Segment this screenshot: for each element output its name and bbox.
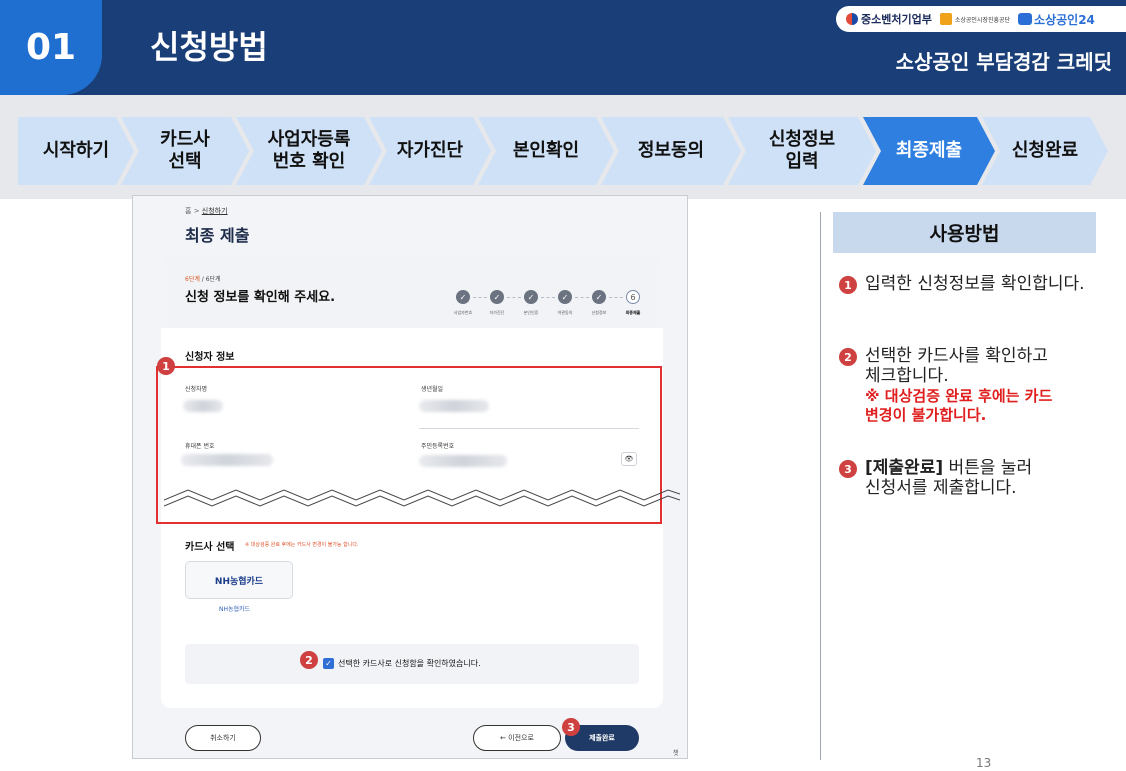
breadcrumb: 홈 > 신청하기 [185,206,228,216]
progress-connector [473,297,487,298]
breadcrumb-separator: > [193,207,200,215]
step-self-diagnosis: 자가진단 [369,117,491,185]
slide: 01 신청방법 중소벤처기업부 소상공인시장진흥공단 소상공인24 소상공인 부… [0,0,1126,771]
progress-connector [609,297,623,298]
progress-steps: ✓ 사업자번호 ✓ 자가진단 ✓ 본인인증 ✓ 약관동의 ✓ 신청정보 6 최종제출 [453,290,643,316]
step-card-company: 카드사 선택 [121,117,249,185]
previous-button[interactable]: ← 이전으로 [473,725,561,751]
page-number: 13 [976,756,992,770]
page-title: 최종 제출 [185,226,250,245]
step-number-icon: 6 [626,290,640,304]
callout-badge-1: 1 [157,357,175,375]
instruction-number: 1 [839,276,857,294]
callout-badge-3: 3 [562,718,580,736]
usage-title: 사용방법 [833,212,1096,253]
section-number: 01 [0,0,102,95]
step-bar: 시작하기 카드사 선택 사업자등록 번호 확인 자가진단 본인확인 정보동의 신… [0,95,1126,199]
logo-strip: 중소벤처기업부 소상공인시장진흥공단 소상공인24 [836,6,1126,32]
breadcrumb-current[interactable]: 신청하기 [202,207,228,215]
progress-step: ✓ 자가진단 [487,290,507,316]
semas-logo: 소상공인시장진흥공단 [939,13,1010,25]
step-consent: 정보동의 [601,117,741,185]
progress-step: ✓ 신청정보 [589,290,609,316]
progress-step: ✓ 약관동의 [555,290,575,316]
applicant-section-title: 신청자 정보 [185,352,235,363]
program-subtitle: 소상공인 부담경감 크레딧 [895,50,1112,74]
instruction-number: 3 [839,460,857,478]
semas-icon [939,13,952,25]
taegeuk-icon [846,13,858,25]
agree-panel: ✓ 선택한 카드사로 신청함을 확인하였습니다. [185,644,639,684]
progress-step: ✓ 사업자번호 [453,290,473,316]
progress-step-current: 6 최종제출 [623,290,643,316]
instruction-2: 2 선택한 카드사를 확인하고 체크합니다. ※ 대상검증 완료 후에는 카드 … [839,346,1052,426]
instruction-1: 1 입력한 신청정보를 확인합니다. [839,274,1085,294]
nh-card-option[interactable]: NH농협카드 [185,561,293,599]
callout-badge-2: 2 [300,651,318,669]
card-select-note: ※ 대상검증 완료 후에는 카드사 변경이 불가능 합니다. [245,542,359,548]
check-icon: ✓ [524,290,538,304]
instruction-number: 2 [839,348,857,366]
card-select-title: 카드사 선택 [185,542,235,553]
check-icon: ✓ [490,290,504,304]
agree-label[interactable]: 선택한 카드사로 신청함을 확인하였습니다. [338,658,481,669]
mss-logo: 중소벤처기업부 [846,11,932,27]
card-heading: 신청 정보를 확인해 주세요. [185,290,336,305]
progress-connector [507,297,521,298]
stage-indicator: 6단계 / 6단계 [185,276,221,283]
cut-line-icon [164,489,680,507]
step-final-submit: 최종제출 [863,117,995,185]
nh-card-logo: NH농협카드 [214,576,264,587]
header-bar: 01 신청방법 중소벤처기업부 소상공인시장진흥공단 소상공인24 소상공인 부… [0,0,1126,95]
instruction-3: 3 [제출완료] 버튼을 눌러 신청서를 제출합니다. [839,458,1032,499]
progress-connector [575,297,589,298]
step-biz-number: 사업자등록 번호 확인 [236,117,382,185]
chatbot-button[interactable]: 챗 [673,748,679,757]
check-icon: ✓ [456,290,470,304]
breadcrumb-home[interactable]: 홈 [185,207,191,215]
step-complete: 신청완료 [982,117,1108,185]
cancel-button[interactable]: 취소하기 [185,725,261,751]
step-application-info: 신청정보 입력 [728,117,876,185]
progress-step: ✓ 본인인증 [521,290,541,316]
nh-card-label: NH농협카드 [219,606,251,613]
check-icon: ✓ [558,290,572,304]
section-title: 신청방법 [150,28,268,66]
step-start: 시작하기 [18,117,134,185]
sbiz24-icon [1018,13,1033,25]
sbiz24-logo: 소상공인24 [1018,11,1095,28]
step-identity: 본인확인 [478,117,614,185]
check-icon: ✓ [592,290,606,304]
progress-connector [541,297,555,298]
vertical-divider [820,212,821,760]
agree-checkbox[interactable]: ✓ [323,658,334,669]
